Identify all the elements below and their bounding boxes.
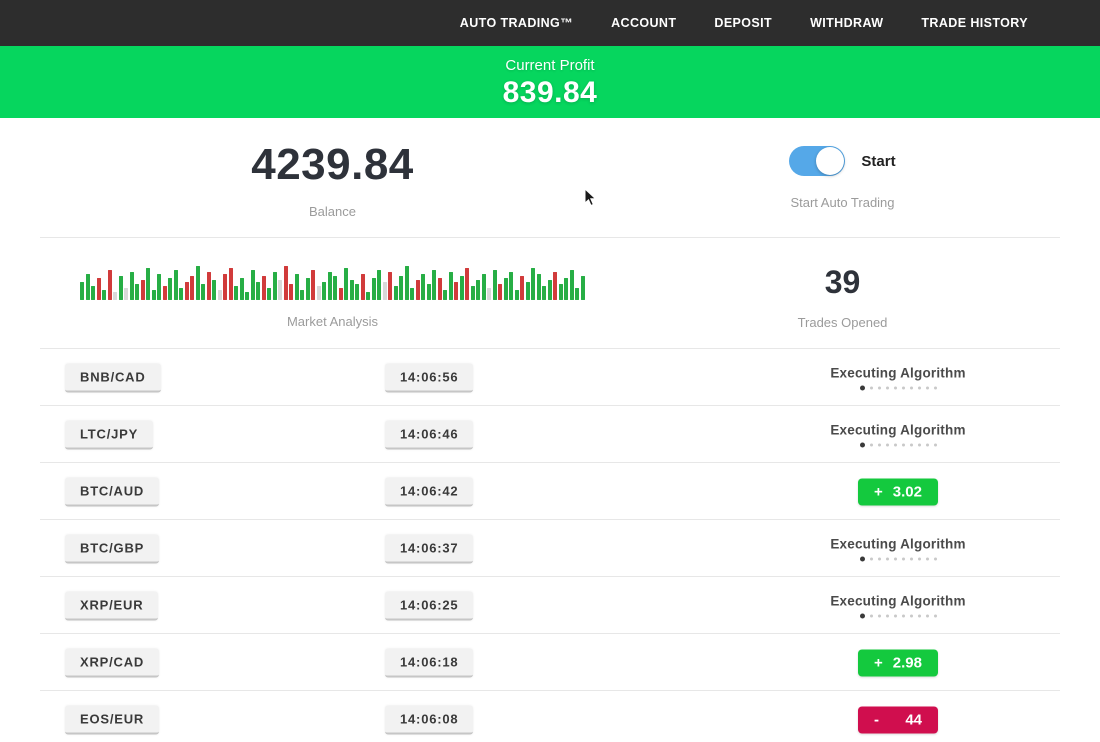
current-profit-banner: Current Profit 839.84 (0, 46, 1100, 118)
balance-value: 4239.84 (40, 140, 625, 190)
trade-pair-pill[interactable]: BTC/GBP (65, 534, 159, 563)
result-amount: 3.02 (893, 483, 922, 500)
nav-withdraw[interactable]: WITHDRAW (810, 16, 883, 30)
market-analysis-row: Market Analysis 39 Trades Opened (40, 238, 1060, 349)
table-row: BNB/CAD 14:06:56 Executing Algorithm (0, 349, 1100, 406)
trade-time-pill: 14:06:42 (385, 477, 473, 506)
top-navigation: AUTO TRADING™ ACCOUNT DEPOSIT WITHDRAW T… (0, 0, 1100, 46)
trade-time-pill: 14:06:37 (385, 534, 473, 563)
table-row: EOS/EUR 14:06:08 - 44 (0, 691, 1100, 742)
nav-auto-trading[interactable]: AUTO TRADING™ (460, 16, 573, 30)
executing-status: Executing Algorithm (760, 593, 1036, 618)
trade-time-pill: 14:06:56 (385, 363, 473, 392)
progress-dots (760, 613, 1036, 618)
market-analysis-label: Market Analysis (40, 314, 625, 329)
table-row: XRP/EUR 14:06:25 Executing Algorithm (0, 577, 1100, 634)
auto-trading-toggle[interactable] (789, 146, 845, 176)
executing-label: Executing Algorithm (760, 593, 1036, 608)
toggle-knob (816, 147, 844, 175)
executing-status: Executing Algorithm (760, 536, 1036, 561)
result-sign: - (874, 711, 879, 728)
trade-time-pill: 14:06:25 (385, 591, 473, 620)
executing-label: Executing Algorithm (760, 365, 1036, 380)
trade-pair-pill[interactable]: EOS/EUR (65, 705, 159, 734)
trade-time-pill: 14:06:18 (385, 648, 473, 677)
trades-table: BNB/CAD 14:06:56 Executing Algorithm LTC… (0, 349, 1100, 742)
nav-trade-history[interactable]: TRADE HISTORY (921, 16, 1028, 30)
auto-trading-label: Start Auto Trading (625, 195, 1060, 210)
executing-status: Executing Algorithm (760, 365, 1036, 390)
nav-account[interactable]: ACCOUNT (611, 16, 676, 30)
trades-opened-label: Trades Opened (625, 315, 1060, 330)
trade-time-pill: 14:06:46 (385, 420, 473, 449)
balance-label: Balance (40, 204, 625, 219)
result-amount: 44 (905, 711, 922, 728)
executing-label: Executing Algorithm (760, 422, 1036, 437)
nav-deposit[interactable]: DEPOSIT (714, 16, 772, 30)
table-row: LTC/JPY 14:06:46 Executing Algorithm (0, 406, 1100, 463)
market-analysis-chart (40, 262, 625, 300)
current-profit-value: 839.84 (0, 76, 1100, 110)
trade-pair-pill[interactable]: LTC/JPY (65, 420, 153, 449)
result-sign: + (874, 483, 883, 500)
toggle-state-label: Start (861, 153, 895, 170)
result-badge: + 3.02 (858, 478, 938, 505)
trades-opened-value: 39 (625, 264, 1060, 301)
executing-label: Executing Algorithm (760, 536, 1036, 551)
result-badge: + 2.98 (858, 649, 938, 676)
progress-dots (760, 442, 1036, 447)
trade-pair-pill[interactable]: XRP/CAD (65, 648, 159, 677)
table-row: BTC/AUD 14:06:42 + 3.02 (0, 463, 1100, 520)
trade-time-pill: 14:06:08 (385, 705, 473, 734)
table-row: BTC/GBP 14:06:37 Executing Algorithm (0, 520, 1100, 577)
current-profit-label: Current Profit (0, 57, 1100, 74)
trade-pair-pill[interactable]: BNB/CAD (65, 363, 161, 392)
progress-dots (760, 556, 1036, 561)
result-amount: 2.98 (893, 654, 922, 671)
executing-status: Executing Algorithm (760, 422, 1036, 447)
result-sign: + (874, 654, 883, 671)
balance-row: 4239.84 Balance Start Start Auto Trading (40, 118, 1060, 238)
trade-pair-pill[interactable]: BTC/AUD (65, 477, 159, 506)
progress-dots (760, 385, 1036, 390)
trade-pair-pill[interactable]: XRP/EUR (65, 591, 158, 620)
table-row: XRP/CAD 14:06:18 + 2.98 (0, 634, 1100, 691)
result-badge: - 44 (858, 706, 938, 733)
